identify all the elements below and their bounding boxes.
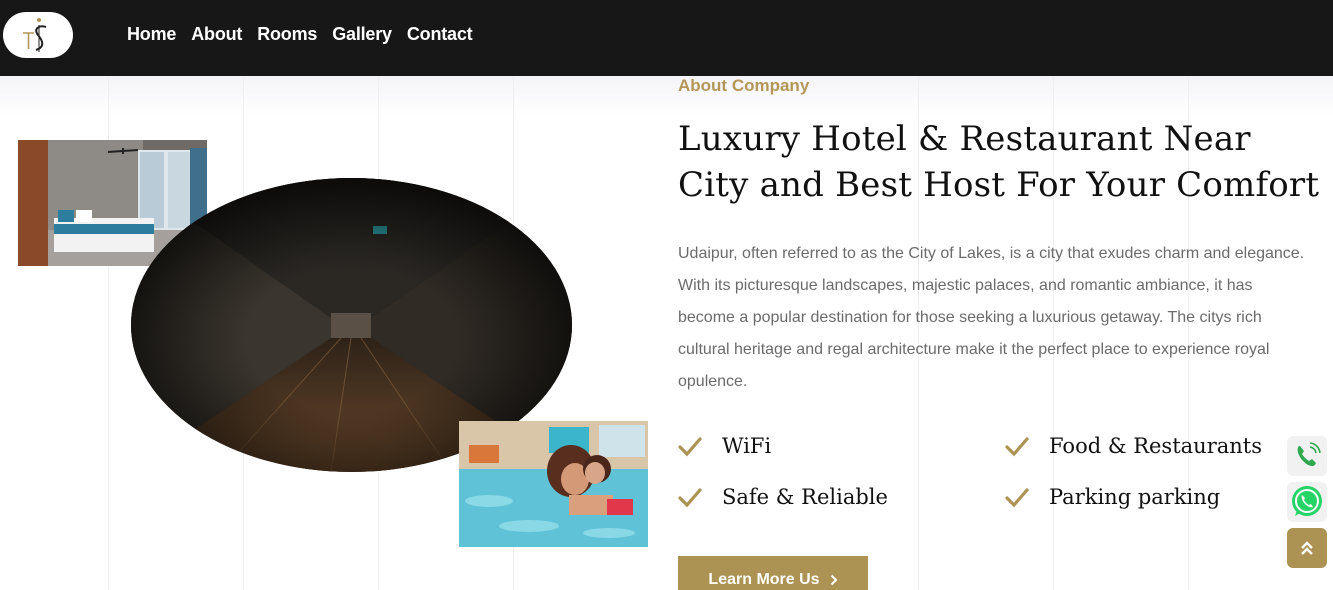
feature-label: Parking parking — [1049, 485, 1221, 509]
feature-label: WiFi — [722, 434, 772, 458]
feature-list: WiFi Food & Restaurants Safe & Reliable … — [678, 426, 1318, 536]
whatsapp-icon — [1292, 486, 1322, 516]
check-icon — [1005, 488, 1029, 508]
feature-item: Parking parking — [1005, 485, 1220, 509]
feature-label: Safe & Reliable — [722, 485, 888, 509]
chevron-right-icon — [830, 574, 837, 586]
phone-icon — [1297, 442, 1321, 466]
top-fade — [0, 76, 1333, 116]
scroll-top-button[interactable] — [1287, 528, 1327, 568]
navbar: Home About Rooms Gallery Contact — [0, 0, 1333, 76]
nav-gallery[interactable]: Gallery — [332, 24, 392, 45]
double-chevron-up-icon — [1301, 541, 1313, 555]
feature-item: Food & Restaurants — [1005, 434, 1262, 458]
site-logo[interactable] — [3, 12, 73, 58]
section-body-text: Udaipur, often referred to as the City o… — [678, 245, 1305, 390]
ts-logo-icon — [23, 18, 47, 52]
section-headline: Luxury Hotel & Restaurant Near City and … — [678, 119, 1320, 205]
feature-item: WiFi — [678, 434, 771, 458]
learn-more-button[interactable]: Learn More Us — [678, 556, 868, 590]
nav-about[interactable]: About — [191, 24, 242, 45]
feature-label: Food & Restaurants — [1049, 434, 1262, 458]
whatsapp-button[interactable] — [1287, 482, 1327, 522]
feature-item: Safe & Reliable — [678, 485, 888, 509]
nav-home[interactable]: Home — [127, 24, 176, 45]
nav-rooms[interactable]: Rooms — [257, 24, 317, 45]
check-icon — [1005, 437, 1029, 457]
pool-photo — [459, 421, 648, 547]
check-icon — [678, 437, 702, 457]
call-button[interactable] — [1287, 436, 1327, 476]
nav-contact[interactable]: Contact — [407, 24, 473, 45]
check-icon — [678, 488, 702, 508]
main-nav: Home About Rooms Gallery Contact — [127, 24, 473, 45]
learn-more-label: Learn More Us — [708, 571, 820, 588]
section-subtitle: About Company — [678, 76, 810, 95]
